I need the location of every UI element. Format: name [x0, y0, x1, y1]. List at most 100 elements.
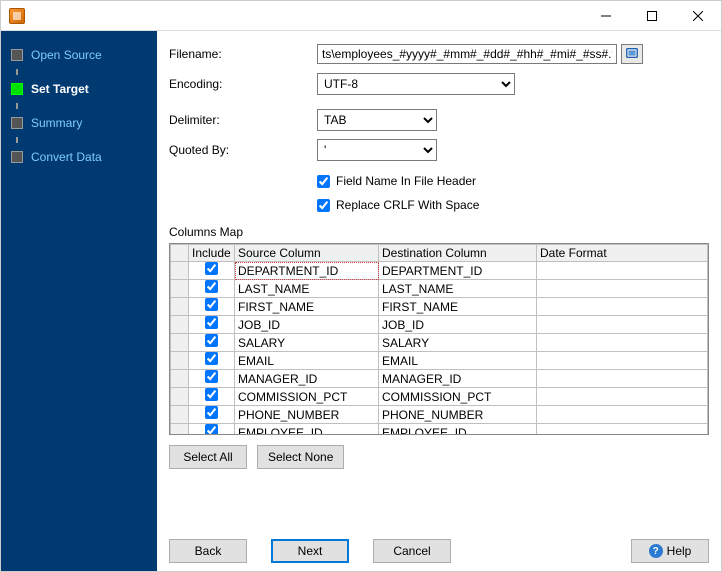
title-bar	[1, 1, 721, 31]
source-cell[interactable]: DEPARTMENT_ID	[235, 262, 379, 280]
table-row[interactable]: LAST_NAMELAST_NAME	[171, 280, 708, 298]
filename-input[interactable]	[317, 44, 617, 64]
field-header-checkbox[interactable]	[317, 175, 330, 188]
select-all-button[interactable]: Select All	[169, 445, 247, 469]
source-cell[interactable]: JOB_ID	[235, 316, 379, 334]
replace-crlf-label[interactable]: Replace CRLF With Space	[336, 198, 479, 212]
include-checkbox[interactable]	[205, 406, 218, 419]
table-row[interactable]: EMPLOYEE_IDEMPLOYEE_ID	[171, 424, 708, 436]
destination-cell[interactable]: SALARY	[379, 334, 537, 352]
sidebar-item-set-target[interactable]: Set Target	[1, 75, 157, 103]
include-checkbox[interactable]	[205, 316, 218, 329]
browse-button[interactable]	[621, 44, 643, 64]
include-checkbox[interactable]	[205, 424, 218, 435]
source-cell[interactable]: EMPLOYEE_ID	[235, 424, 379, 436]
sidebar-item-label: Summary	[31, 116, 82, 130]
sidebar-item-open-source[interactable]: Open Source	[1, 41, 157, 69]
select-none-button[interactable]: Select None	[257, 445, 344, 469]
delimiter-label: Delimiter:	[169, 113, 317, 127]
cancel-button[interactable]: Cancel	[373, 539, 451, 563]
col-include: Include	[189, 245, 235, 262]
table-row[interactable]: SALARYSALARY	[171, 334, 708, 352]
encoding-select[interactable]: UTF-8	[317, 73, 515, 95]
columns-map-label: Columns Map	[169, 225, 709, 239]
date-format-cell[interactable]	[537, 424, 708, 436]
delimiter-select[interactable]: TAB	[317, 109, 437, 131]
columns-table[interactable]: IncludeSource ColumnDestination ColumnDa…	[169, 243, 709, 435]
include-checkbox[interactable]	[205, 334, 218, 347]
table-row[interactable]: PHONE_NUMBERPHONE_NUMBER	[171, 406, 708, 424]
date-format-cell[interactable]	[537, 280, 708, 298]
sidebar-item-convert-data[interactable]: Convert Data	[1, 143, 157, 171]
maximize-button[interactable]	[629, 1, 675, 30]
table-row[interactable]: DEPARTMENT_IDDEPARTMENT_ID	[171, 262, 708, 280]
quoted-select[interactable]: '	[317, 139, 437, 161]
date-format-cell[interactable]	[537, 334, 708, 352]
destination-cell[interactable]: DEPARTMENT_ID	[379, 262, 537, 280]
minimize-button[interactable]	[583, 1, 629, 30]
destination-cell[interactable]: JOB_ID	[379, 316, 537, 334]
back-button[interactable]: Back	[169, 539, 247, 563]
source-cell[interactable]: FIRST_NAME	[235, 298, 379, 316]
destination-cell[interactable]: MANAGER_ID	[379, 370, 537, 388]
source-cell[interactable]: COMMISSION_PCT	[235, 388, 379, 406]
row-header	[171, 388, 189, 406]
row-header	[171, 334, 189, 352]
table-row[interactable]: EMAILEMAIL	[171, 352, 708, 370]
help-button[interactable]: ? Help	[631, 539, 709, 563]
date-format-cell[interactable]	[537, 316, 708, 334]
source-cell[interactable]: MANAGER_ID	[235, 370, 379, 388]
sidebar-item-label: Open Source	[31, 48, 102, 62]
source-cell[interactable]: EMAIL	[235, 352, 379, 370]
col-destination: Destination Column	[379, 245, 537, 262]
include-checkbox[interactable]	[205, 352, 218, 365]
date-format-cell[interactable]	[537, 406, 708, 424]
row-header	[171, 280, 189, 298]
include-checkbox[interactable]	[205, 298, 218, 311]
table-row[interactable]: FIRST_NAMEFIRST_NAME	[171, 298, 708, 316]
row-header	[171, 352, 189, 370]
field-header-label[interactable]: Field Name In File Header	[336, 174, 476, 188]
include-checkbox[interactable]	[205, 370, 218, 383]
help-label: Help	[667, 544, 692, 558]
date-format-cell[interactable]	[537, 262, 708, 280]
quoted-label: Quoted By:	[169, 143, 317, 157]
col-date-format: Date Format	[537, 245, 708, 262]
sidebar-item-label: Convert Data	[31, 150, 102, 164]
main-panel: Filename: Encoding: UTF-8 Delimiter: TAB…	[157, 31, 721, 571]
step-box-icon	[11, 49, 23, 61]
source-cell[interactable]: PHONE_NUMBER	[235, 406, 379, 424]
step-box-icon	[11, 151, 23, 163]
next-button[interactable]: Next	[271, 539, 349, 563]
row-header	[171, 298, 189, 316]
filename-label: Filename:	[169, 47, 317, 61]
include-checkbox[interactable]	[205, 280, 218, 293]
destination-cell[interactable]: PHONE_NUMBER	[379, 406, 537, 424]
table-row[interactable]: MANAGER_IDMANAGER_ID	[171, 370, 708, 388]
destination-cell[interactable]: EMAIL	[379, 352, 537, 370]
source-cell[interactable]: LAST_NAME	[235, 280, 379, 298]
date-format-cell[interactable]	[537, 352, 708, 370]
step-box-icon	[11, 117, 23, 129]
replace-crlf-checkbox[interactable]	[317, 199, 330, 212]
help-icon: ?	[649, 544, 663, 558]
date-format-cell[interactable]	[537, 298, 708, 316]
include-checkbox[interactable]	[205, 388, 218, 401]
sidebar-item-label: Set Target	[31, 82, 89, 96]
table-row[interactable]: COMMISSION_PCTCOMMISSION_PCT	[171, 388, 708, 406]
row-header	[171, 406, 189, 424]
wizard-sidebar: Open Source Set Target Summary Convert Data	[1, 31, 157, 571]
sidebar-item-summary[interactable]: Summary	[1, 109, 157, 137]
include-checkbox[interactable]	[205, 262, 218, 275]
close-button[interactable]	[675, 1, 721, 30]
folder-icon	[625, 46, 639, 63]
destination-cell[interactable]: EMPLOYEE_ID	[379, 424, 537, 436]
source-cell[interactable]: SALARY	[235, 334, 379, 352]
destination-cell[interactable]: LAST_NAME	[379, 280, 537, 298]
destination-cell[interactable]: FIRST_NAME	[379, 298, 537, 316]
date-format-cell[interactable]	[537, 388, 708, 406]
table-row[interactable]: JOB_IDJOB_ID	[171, 316, 708, 334]
date-format-cell[interactable]	[537, 370, 708, 388]
col-source: Source Column	[235, 245, 379, 262]
destination-cell[interactable]: COMMISSION_PCT	[379, 388, 537, 406]
